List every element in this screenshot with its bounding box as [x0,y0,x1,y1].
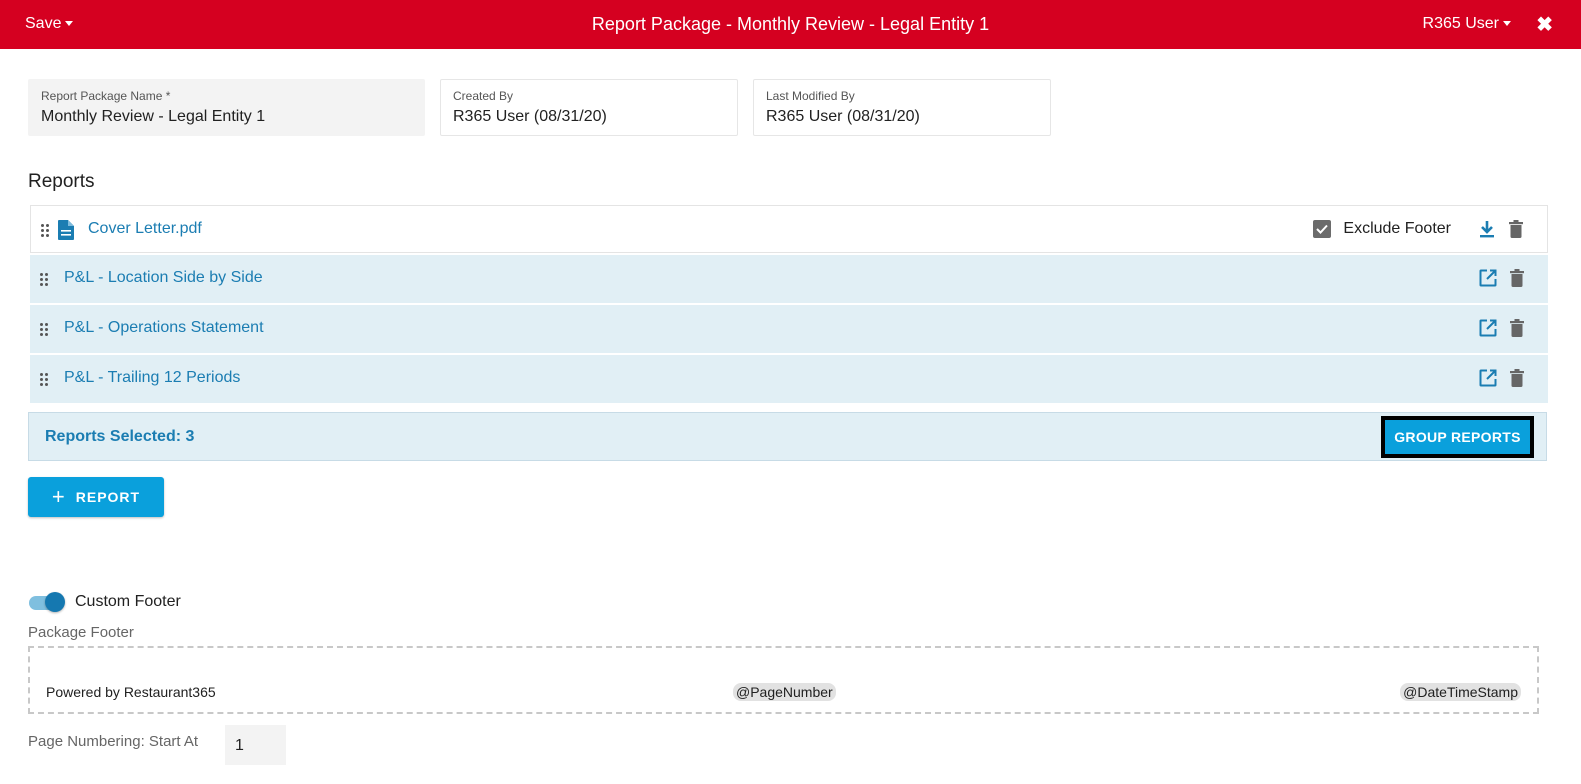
row-actions [1470,267,1528,289]
field-label: Report Package Name * [41,89,171,103]
field-value[interactable]: Monthly Review - Legal Entity 1 [41,108,412,126]
datetime-stamp-token[interactable]: @DateTimeStamp [1400,683,1521,701]
custom-footer-toggle[interactable] [29,591,66,613]
row-actions [1470,367,1528,389]
user-menu-button[interactable]: R365 User [1423,15,1511,33]
reports-heading: Reports [28,171,95,192]
file-icon [58,220,74,240]
page-numbering-label: Page Numbering: Start At [28,733,199,750]
page-number-token[interactable]: @PageNumber [733,683,836,701]
field-value: R365 User (08/31/20) [453,108,607,125]
top-bar: Save Report Package - Monthly Review - L… [0,0,1581,49]
group-reports-button[interactable]: GROUP REPORTS [1381,416,1534,458]
report-row[interactable]: P&L - Operations Statement [30,305,1548,353]
created-by-field: Created By R365 User (08/31/20) [440,79,738,136]
row-actions [1470,317,1528,339]
drag-handle-icon[interactable] [41,224,50,237]
open-external-icon[interactable] [1477,367,1499,389]
report-name-link[interactable]: P&L - Location Side by Side [64,269,263,287]
drag-handle-icon[interactable] [40,273,49,286]
delete-icon[interactable] [1506,267,1528,289]
report-row[interactable]: P&L - Location Side by Side [30,255,1548,303]
open-external-icon[interactable] [1477,317,1499,339]
download-icon[interactable] [1476,218,1498,240]
delete-icon[interactable] [1506,367,1528,389]
row-actions: Exclude Footer [1313,218,1527,240]
package-footer-label: Package Footer [28,624,134,641]
footer-left-text[interactable]: Powered by Restaurant365 [46,684,216,700]
delete-icon[interactable] [1505,218,1527,240]
open-external-icon[interactable] [1477,267,1499,289]
field-label: Created By [453,89,514,103]
last-modified-by-field: Last Modified By R365 User (08/31/20) [753,79,1051,136]
exclude-footer-checkbox[interactable] [1313,220,1332,238]
report-name-link[interactable]: P&L - Operations Statement [64,319,264,337]
drag-handle-icon[interactable] [40,373,49,386]
report-row[interactable]: Cover Letter.pdf Exclude Footer [30,205,1548,253]
drag-handle-icon[interactable] [40,323,49,336]
chevron-down-icon [1503,21,1511,27]
field-value: R365 User (08/31/20) [766,108,920,125]
report-name-link[interactable]: P&L - Trailing 12 Periods [64,369,240,387]
reports-selected-bar: Reports Selected: 3 GROUP REPORTS [28,412,1547,461]
user-label: R365 User [1422,15,1499,32]
field-label: Last Modified By [766,89,855,103]
reports-selected-count: Reports Selected: 3 [45,428,195,445]
add-report-label: REPORT [75,489,141,505]
package-footer-editor[interactable]: Powered by Restaurant365 @PageNumber @Da… [28,646,1539,714]
check-icon [1316,224,1329,234]
close-icon[interactable]: ✖ [1536,12,1553,37]
page-numbering-start-input[interactable]: 1 [225,725,286,765]
plus-icon: + [51,484,66,509]
custom-footer-label: Custom Footer [75,593,181,610]
delete-icon[interactable] [1506,317,1528,339]
page-title: Report Package - Monthly Review - Legal … [591,14,990,34]
report-row[interactable]: P&L - Trailing 12 Periods [30,355,1548,403]
toggle-knob [45,592,65,612]
report-package-name-field[interactable]: Report Package Name * Monthly Review - L… [28,79,425,136]
exclude-footer-option[interactable]: Exclude Footer [1313,220,1451,238]
report-name-link[interactable]: Cover Letter.pdf [88,220,202,238]
add-report-button[interactable]: + REPORT [28,477,164,517]
exclude-footer-label: Exclude Footer [1343,220,1451,237]
